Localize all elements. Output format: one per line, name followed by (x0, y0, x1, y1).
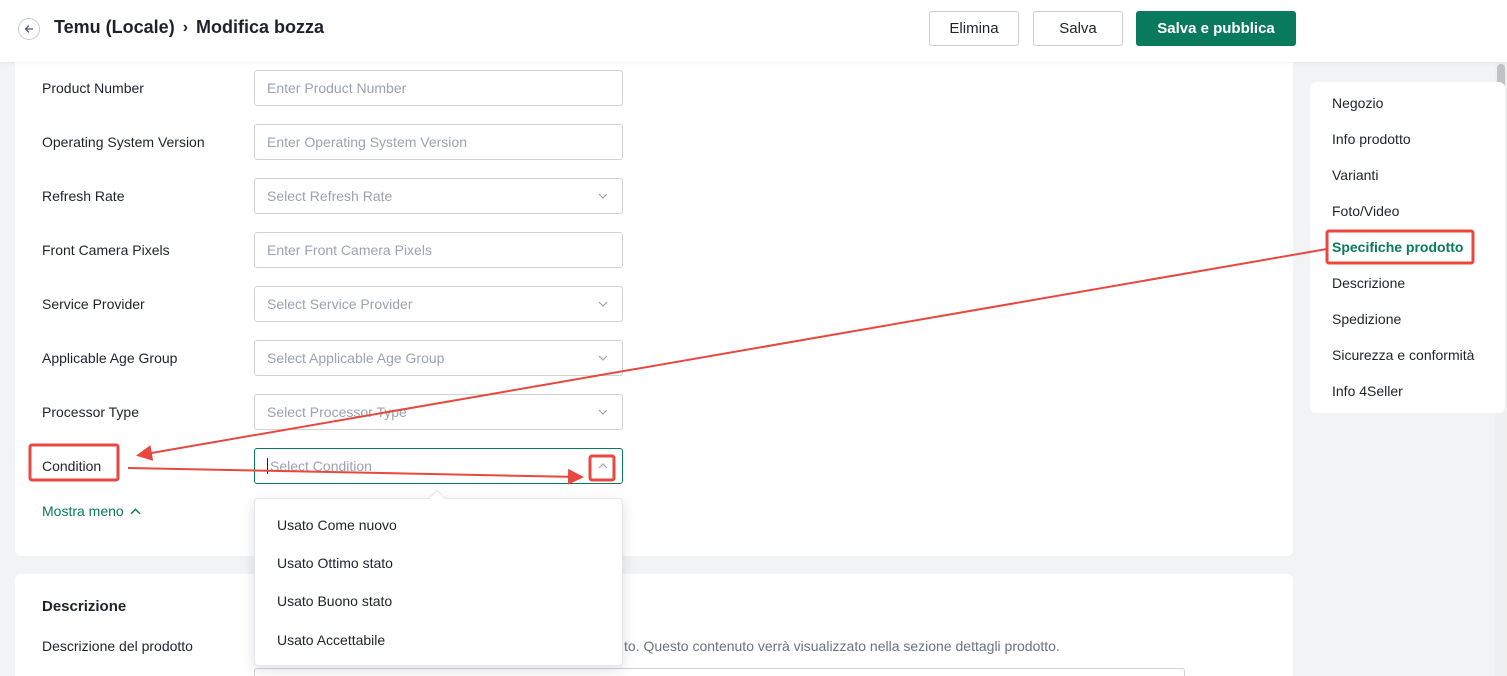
field-label-front-camera: Front Camera Pixels (42, 242, 170, 258)
condition-option[interactable]: Usato Accettabile (277, 632, 385, 648)
nav-item-spedizione[interactable]: Spedizione (1332, 311, 1401, 327)
save-and-publish-button[interactable]: Salva e pubblica (1136, 11, 1296, 46)
chevron-up-icon (130, 507, 141, 514)
description-textarea[interactable] (254, 668, 1185, 676)
page-title: Modifica bozza (196, 17, 325, 37)
show-less-label: Mostra meno (42, 503, 124, 519)
field-placeholder: Select Condition (270, 458, 372, 474)
field-placeholder: Select Service Provider (267, 296, 413, 312)
field-label-age-group: Applicable Age Group (42, 350, 178, 366)
chevron-down-icon (598, 301, 608, 307)
field-placeholder: Select Refresh Rate (267, 188, 393, 204)
chevron-down-icon (598, 193, 608, 199)
description-help-text: to. Questo contenuto verrà visualizzato … (624, 638, 1060, 654)
text-cursor (267, 458, 268, 474)
nav-item-sicurezza[interactable]: Sicurezza e conformità (1332, 347, 1474, 363)
nav-item-info-prodotto[interactable]: Info prodotto (1332, 131, 1411, 147)
nav-item-specifiche-prodotto[interactable]: Specifiche prodotto (1332, 239, 1463, 255)
refresh-rate-select[interactable]: Select Refresh Rate (254, 178, 623, 214)
condition-select[interactable]: Select Condition (254, 448, 623, 484)
nav-item-info-4seller[interactable]: Info 4Seller (1332, 383, 1403, 399)
field-placeholder: Enter Product Number (267, 80, 407, 96)
condition-dropdown: Usato Come nuovo Usato Ottimo stato Usat… (254, 489, 623, 666)
product-number-input[interactable]: Enter Product Number (254, 70, 623, 106)
age-group-select[interactable]: Select Applicable Age Group (254, 340, 623, 376)
section-nav: Negozio Info prodotto Varianti Foto/Vide… (1310, 82, 1505, 413)
delete-button[interactable]: Elimina (929, 11, 1019, 46)
product-specs-card (15, 62, 1293, 556)
field-label-service-provider: Service Provider (42, 296, 145, 312)
field-label-condition: Condition (42, 458, 102, 474)
nav-item-foto-video[interactable]: Foto/Video (1332, 203, 1399, 219)
breadcrumb-separator: › (182, 18, 189, 36)
field-label-os-version: Operating System Version (42, 134, 205, 150)
os-version-input[interactable]: Enter Operating System Version (254, 124, 623, 160)
show-less-link[interactable]: Mostra meno (42, 503, 141, 519)
back-button[interactable] (18, 18, 40, 40)
field-placeholder: Enter Front Camera Pixels (267, 242, 432, 258)
chevron-up-icon[interactable] (598, 461, 608, 471)
top-header: Temu (Locale) › Modifica bozza Elimina S… (0, 0, 1507, 62)
breadcrumb: Temu (Locale) › Modifica bozza (54, 17, 324, 38)
field-placeholder: Select Processor Type (267, 404, 407, 420)
description-card (15, 574, 1293, 676)
chevron-down-icon (598, 409, 608, 415)
front-camera-input[interactable]: Enter Front Camera Pixels (254, 232, 623, 268)
processor-type-select[interactable]: Select Processor Type (254, 394, 623, 430)
save-button[interactable]: Salva (1033, 11, 1123, 46)
nav-item-negozio[interactable]: Negozio (1332, 95, 1383, 111)
nav-item-varianti[interactable]: Varianti (1332, 167, 1378, 183)
field-label-product-number: Product Number (42, 80, 144, 96)
field-placeholder: Select Applicable Age Group (267, 350, 445, 366)
breadcrumb-root[interactable]: Temu (Locale) (54, 17, 175, 38)
field-label-refresh-rate: Refresh Rate (42, 188, 125, 204)
service-provider-select[interactable]: Select Service Provider (254, 286, 623, 322)
nav-item-descrizione[interactable]: Descrizione (1332, 275, 1405, 291)
condition-option[interactable]: Usato Ottimo stato (277, 555, 393, 571)
description-section-title: Descrizione (42, 598, 127, 615)
field-label-processor-type: Processor Type (42, 404, 140, 420)
field-placeholder: Enter Operating System Version (267, 134, 467, 150)
arrow-left-icon (24, 25, 34, 33)
chevron-down-icon (598, 355, 608, 361)
description-field-label: Descrizione del prodotto (42, 638, 193, 654)
condition-option[interactable]: Usato Buono stato (277, 593, 392, 609)
condition-option[interactable]: Usato Come nuovo (277, 517, 397, 533)
